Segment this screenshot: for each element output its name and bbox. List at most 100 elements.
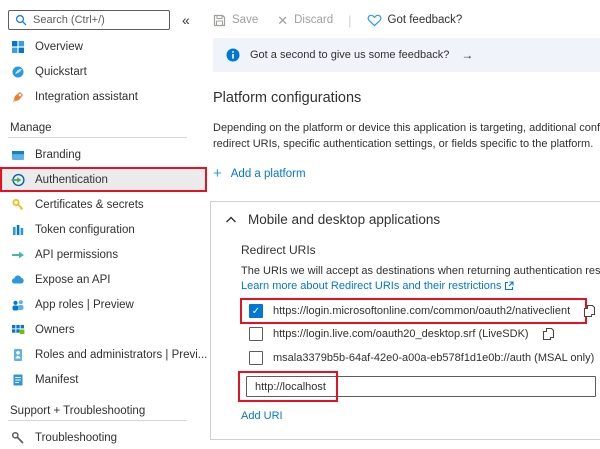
sidebar-item-label: Certificates & secrets xyxy=(35,199,144,211)
copy-icon[interactable] xyxy=(583,304,596,318)
app-registration-authentication-page: Search (Ctrl+/) « Overview Quickstart In… xyxy=(0,0,600,449)
sidebar-item-label: Owners xyxy=(35,324,75,336)
save-icon xyxy=(213,14,226,27)
divider xyxy=(8,137,187,138)
uri-label: https://login.live.com/oauth20_desktop.s… xyxy=(273,328,529,340)
redirect-uri-row: msala3379b5b-64af-42e0-a00a-eb578f1d1e0b… xyxy=(249,346,600,370)
redirect-uris-description: The URIs we will accept as destinations … xyxy=(241,265,600,277)
collapse-sidebar-icon[interactable]: « xyxy=(182,13,190,27)
page-description: Depending on the platform or device this… xyxy=(213,120,600,152)
sidebar-item-token-configuration[interactable]: Token configuration xyxy=(0,217,207,242)
sidebar-nav: Overview Quickstart Integration assistan… xyxy=(0,34,207,449)
sidebar-item-label: Overview xyxy=(35,41,83,53)
sidebar-item-label: Manifest xyxy=(35,374,78,386)
section-title: Mobile and desktop applications xyxy=(248,212,440,227)
check-icon: ✓ xyxy=(252,306,260,317)
sidebar-item-label: Troubleshooting xyxy=(35,432,117,444)
person-badge-icon xyxy=(10,348,26,362)
heart-icon xyxy=(367,14,382,27)
page-description-line1: Depending on the platform or device this… xyxy=(213,120,600,136)
sidebar-item-app-roles[interactable]: App roles | Preview xyxy=(0,292,207,317)
sidebar-item-label: Roles and administrators | Previ... xyxy=(35,349,207,361)
branding-icon xyxy=(10,148,26,162)
sidebar-item-label: Integration assistant xyxy=(35,91,138,103)
search-icon xyxy=(15,14,27,26)
sidebar-item-certificates-secrets[interactable]: Certificates & secrets xyxy=(0,192,207,217)
save-button[interactable]: Save xyxy=(213,14,258,27)
sidebar-section-support: Support + Troubleshooting xyxy=(10,399,207,417)
got-feedback-button[interactable]: Got feedback? xyxy=(367,14,463,27)
sidebar-item-label: API permissions xyxy=(35,249,118,261)
cloud-icon xyxy=(10,273,26,287)
divider xyxy=(8,420,187,421)
sidebar-item-integration-assistant[interactable]: Integration assistant xyxy=(0,84,207,109)
sidebar-item-roles-administrators[interactable]: Roles and administrators | Previ... xyxy=(0,342,207,367)
wrench-icon xyxy=(10,431,26,445)
overview-icon xyxy=(10,40,26,54)
discard-button[interactable]: ✕ Discard xyxy=(277,14,333,27)
sidebar-item-overview[interactable]: Overview xyxy=(0,34,207,59)
sidebar-item-label: Quickstart xyxy=(35,66,87,78)
sidebar-item-label: App roles | Preview xyxy=(35,299,134,311)
uri-label: msala3379b5b-64af-42e0-a00a-eb578f1d1e0b… xyxy=(273,352,594,364)
save-label: Save xyxy=(232,14,258,26)
quickstart-icon xyxy=(10,65,26,79)
rocket-icon xyxy=(10,90,26,104)
info-icon xyxy=(226,48,240,62)
page-description-line2: redirect URIs, specific authentication s… xyxy=(213,136,600,152)
redirect-uris-title: Redirect URIs xyxy=(241,243,600,257)
grid-check-icon xyxy=(10,323,26,337)
section-header-mobile-desktop[interactable]: Mobile and desktop applications xyxy=(225,212,600,227)
sidebar-item-label: Expose an API xyxy=(35,274,110,286)
main-content: Save ✕ Discard | Got feedback? Got a sec… xyxy=(207,0,600,440)
command-bar: Save ✕ Discard | Got feedback? xyxy=(213,10,600,30)
search-input[interactable]: Search (Ctrl+/) xyxy=(8,10,170,30)
learn-more-link[interactable]: Learn more about Redirect URIs and their… xyxy=(241,280,514,292)
discard-label: Discard xyxy=(294,14,333,26)
sidebar-item-owners[interactable]: Owners xyxy=(0,317,207,342)
page-title: Platform configurations xyxy=(213,90,600,106)
uri-checkbox[interactable] xyxy=(249,351,263,365)
redirect-uri-row: https://login.live.com/oauth20_desktop.s… xyxy=(249,322,600,346)
sidebar-item-label: Authentication xyxy=(35,174,108,186)
arrow-right-icon xyxy=(10,248,26,262)
uri-label: https://login.microsoftonline.com/common… xyxy=(273,305,570,317)
sidebar: Search (Ctrl+/) « Overview Quickstart In… xyxy=(0,0,207,449)
sidebar-item-api-permissions[interactable]: API permissions xyxy=(0,242,207,267)
sidebar-item-branding[interactable]: Branding xyxy=(0,142,207,167)
new-uri-input[interactable] xyxy=(246,376,596,397)
feedback-banner[interactable]: Got a second to give us some feedback? → xyxy=(213,38,600,72)
add-platform-label: Add a platform xyxy=(231,168,306,180)
authentication-icon xyxy=(10,173,26,187)
copy-icon[interactable] xyxy=(542,327,555,341)
discard-icon: ✕ xyxy=(277,14,288,27)
document-icon xyxy=(10,373,26,387)
sidebar-section-manage: Manage xyxy=(10,116,207,134)
people-icon xyxy=(10,298,26,312)
banner-text: Got a second to give us some feedback? xyxy=(250,49,449,61)
redirect-uri-list: ✓ https://login.microsoftonline.com/comm… xyxy=(249,298,600,370)
feedback-label: Got feedback? xyxy=(388,14,463,26)
sidebar-item-expose-an-api[interactable]: Expose an API xyxy=(0,267,207,292)
sidebar-item-manifest[interactable]: Manifest xyxy=(0,367,207,392)
sidebar-item-label: Token configuration xyxy=(35,224,135,236)
sidebar-item-quickstart[interactable]: Quickstart xyxy=(0,59,207,84)
sidebar-item-label: Branding xyxy=(35,149,81,161)
search-placeholder: Search (Ctrl+/) xyxy=(33,14,105,26)
learn-more-label: Learn more about Redirect URIs and their… xyxy=(241,280,501,292)
add-platform-button[interactable]: + Add a platform xyxy=(213,166,600,181)
key-icon xyxy=(10,198,26,212)
bars-icon xyxy=(10,223,26,237)
redirect-uri-row: ✓ https://login.microsoftonline.com/comm… xyxy=(240,298,587,324)
mobile-desktop-applications-card: Mobile and desktop applications Redirect… xyxy=(210,201,600,440)
add-uri-link[interactable]: Add URI xyxy=(241,410,283,422)
new-uri-field-wrap xyxy=(241,376,600,397)
plus-icon: + xyxy=(213,166,222,181)
sidebar-item-authentication[interactable]: Authentication xyxy=(0,167,207,192)
uri-checkbox[interactable] xyxy=(249,327,263,341)
uri-checkbox[interactable]: ✓ xyxy=(249,304,263,318)
banner-arrow-icon: → xyxy=(461,48,473,62)
toolbar-separator: | xyxy=(348,13,351,28)
sidebar-item-troubleshooting[interactable]: Troubleshooting xyxy=(0,425,207,449)
chevron-up-icon xyxy=(225,215,237,224)
